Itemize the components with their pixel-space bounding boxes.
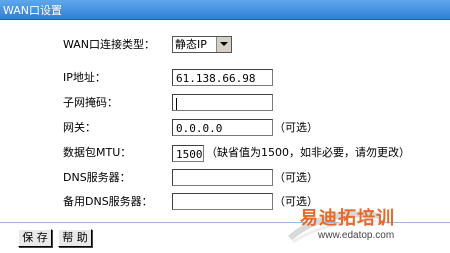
gateway-input[interactable]: 0.0.0.0 (172, 119, 273, 136)
gateway-label: 网关： (63, 121, 96, 134)
mask-input[interactable] (172, 94, 273, 111)
mask-label: 子网掩码： (63, 96, 118, 109)
dns2-label: 备用DNS服务器： (63, 195, 153, 208)
connection-type-value: 静态IP (175, 38, 207, 51)
gateway-hint: （可选） (274, 121, 318, 134)
watermark-url: www.edatop.com (318, 230, 395, 241)
chevron-down-icon[interactable] (216, 37, 231, 52)
dns-label: DNS服务器： (63, 171, 131, 184)
save-button[interactable]: 保 存 (18, 229, 52, 247)
mtu-hint: （缺省值为1500，如非必要，请勿更改） (206, 146, 410, 159)
ip-label: IP地址： (63, 71, 106, 84)
mtu-label: 数据包MTU： (63, 146, 132, 159)
dns-hint: （可选） (274, 171, 318, 184)
connection-type-select[interactable]: 静态IP (172, 36, 232, 53)
connection-type-label: WAN口连接类型： (63, 38, 156, 51)
mtu-input[interactable]: 1500 (172, 145, 204, 162)
help-button[interactable]: 帮 助 (58, 229, 92, 247)
dns2-input[interactable] (172, 193, 273, 210)
title-bar: WAN口设置 (0, 0, 450, 20)
ip-input[interactable]: 61.138.66.98 (172, 69, 273, 86)
dns-input[interactable] (172, 169, 273, 186)
watermark-text: 易迪拓培训 (300, 208, 395, 229)
window-title: WAN口设置 (3, 4, 63, 17)
text-caret (176, 98, 177, 110)
